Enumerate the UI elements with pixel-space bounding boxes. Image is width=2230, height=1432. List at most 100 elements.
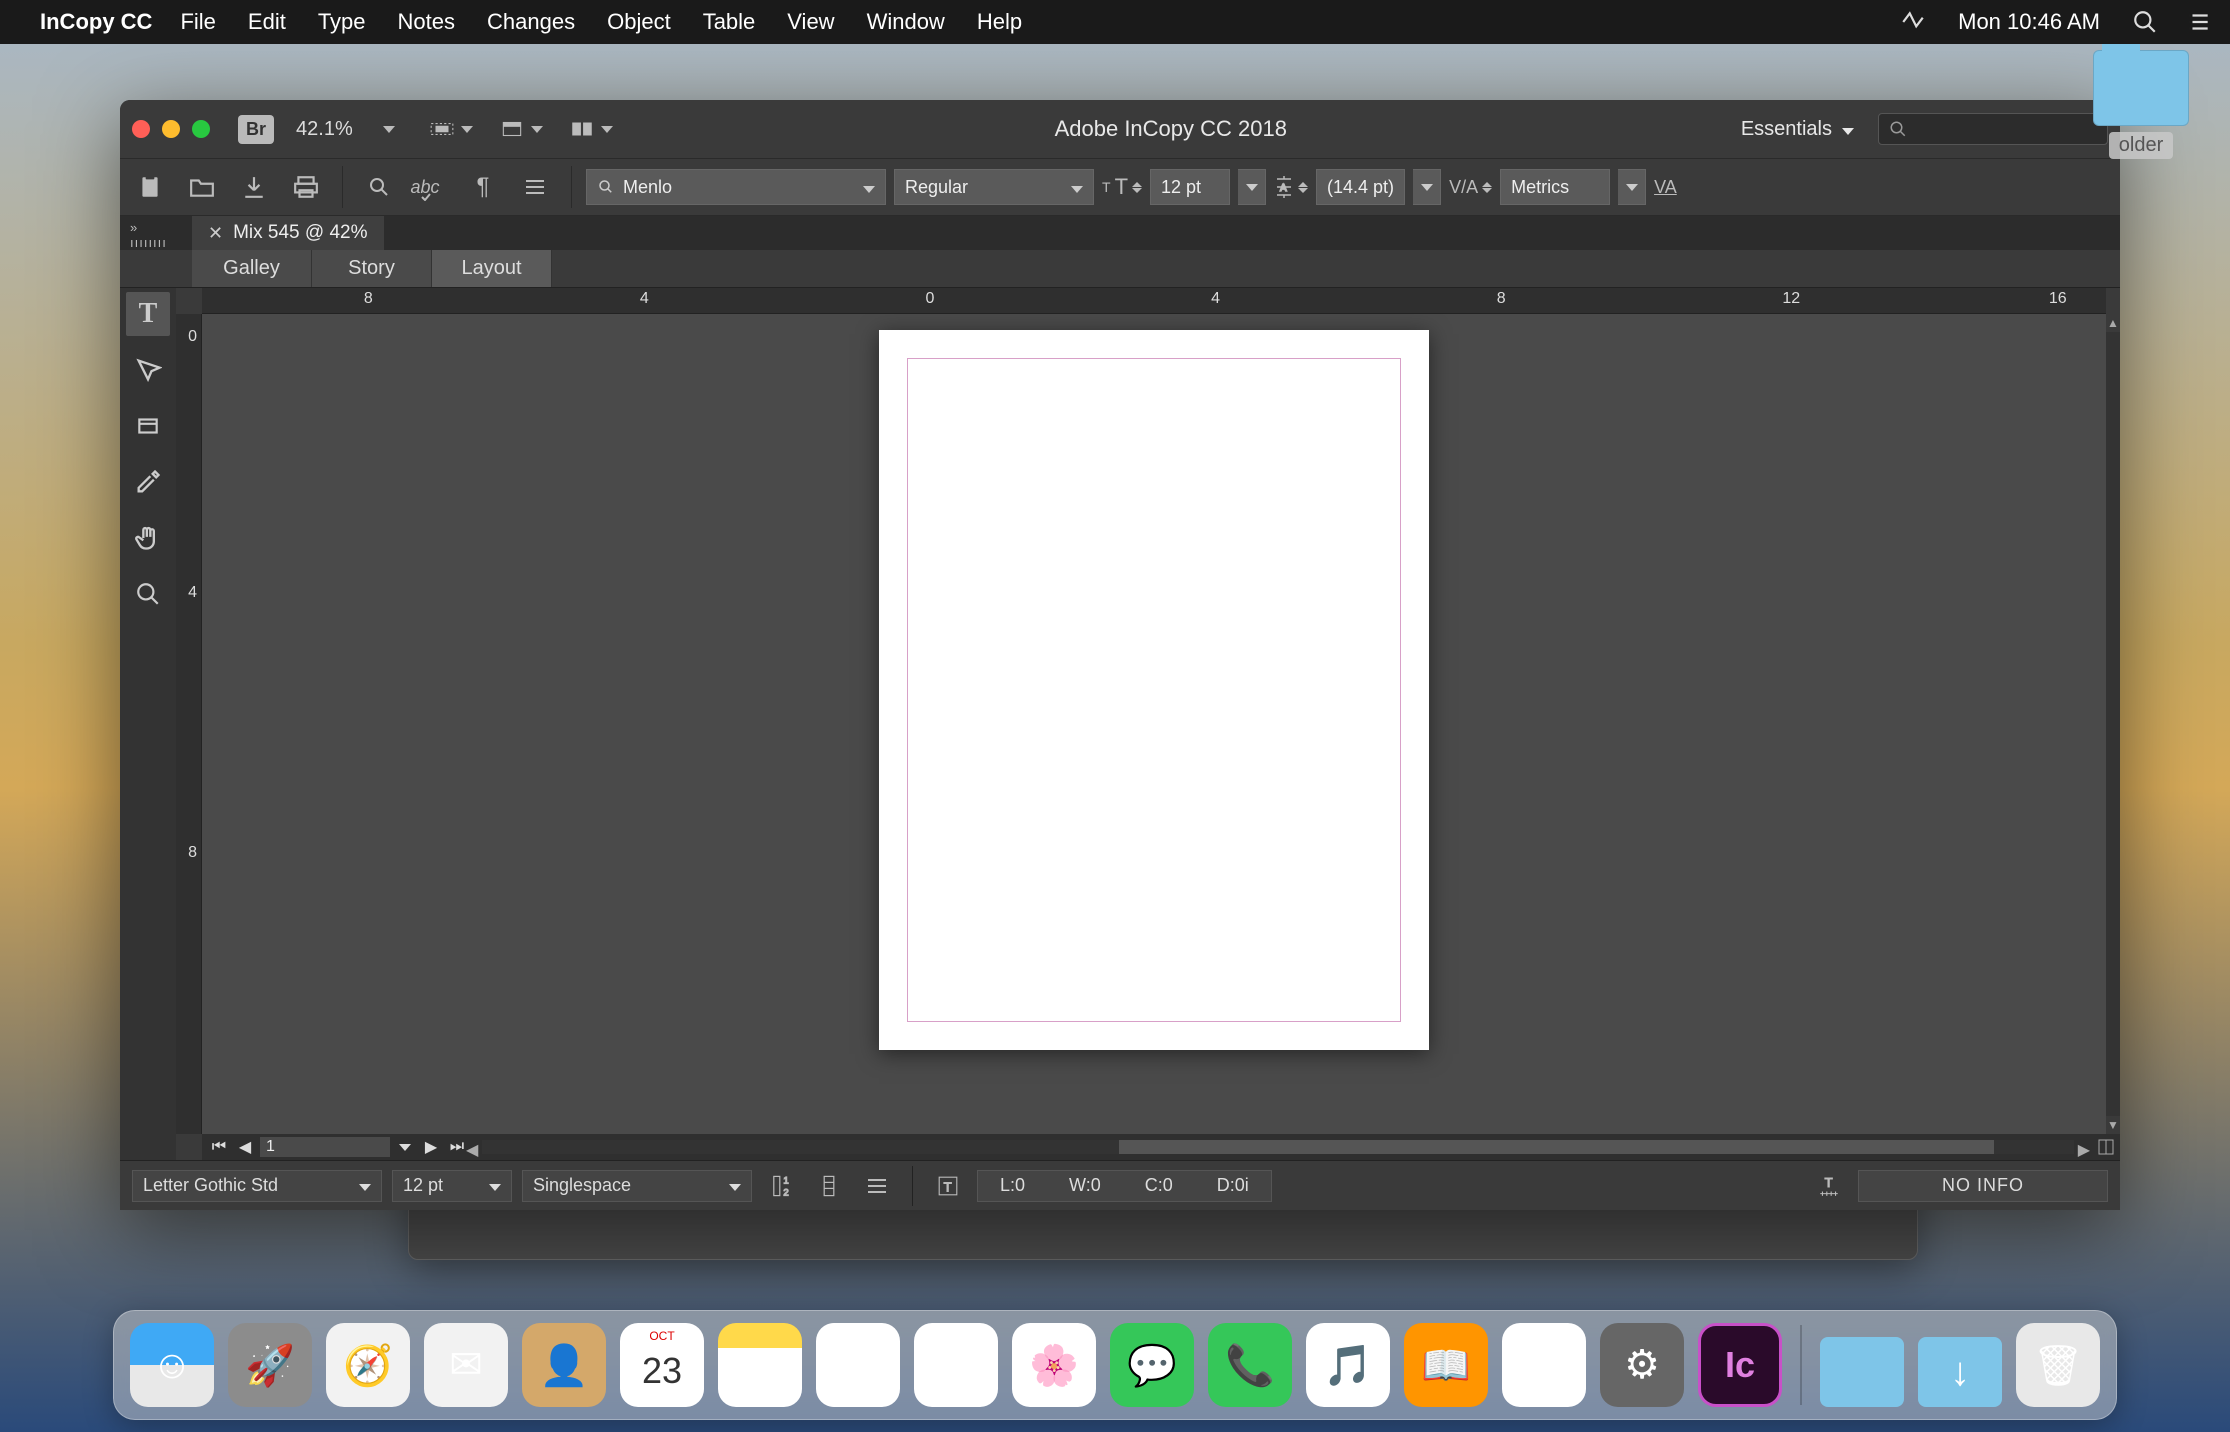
dock-safari[interactable]: 🧭 [326,1323,410,1407]
status-size-combo[interactable]: 12 pt [392,1170,512,1202]
kerning-field[interactable]: Metrics [1500,169,1610,205]
canvas[interactable] [202,314,2106,1134]
position-tool[interactable] [126,404,170,448]
column-accurate-icon[interactable] [810,1167,848,1205]
type-tool[interactable]: T [126,292,170,336]
expand-panels-icon[interactable]: »ıııııııı [130,220,167,250]
dock-folder-downloads[interactable]: ↓ [1918,1337,2002,1407]
horizontal-scrollbar[interactable]: ◀ ▶ [482,1140,2074,1154]
menubar-status-icon[interactable] [1900,9,1926,35]
font-size-field[interactable]: 12 pt [1150,169,1230,205]
scroll-down-icon[interactable]: ▼ [2106,1116,2120,1134]
align-icon[interactable] [858,1167,896,1205]
dock-finder[interactable]: ☺ [130,1323,214,1407]
paragraph-icon[interactable]: ¶ [461,165,505,209]
menu-help[interactable]: Help [977,9,1022,35]
zoom-value[interactable]: 42.1% [296,118,353,141]
dock-settings[interactable]: ⚙ [1600,1323,1684,1407]
workspace-switcher[interactable]: Essentials [1729,112,1866,147]
scroll-up-icon[interactable]: ▲ [2106,314,2120,332]
dock-folder-apps[interactable] [1820,1337,1904,1407]
status-font-combo[interactable]: Letter Gothic Std [132,1170,382,1202]
stats-toggle-icon[interactable]: T [929,1167,967,1205]
horizontal-ruler[interactable]: 840481216 [202,288,2106,314]
page-dropdown-button[interactable] [394,1137,416,1157]
menu-notes[interactable]: Notes [398,9,455,35]
dock-launchpad[interactable]: 🚀 [228,1323,312,1407]
menu-type[interactable]: Type [318,9,366,35]
dock-appstore[interactable]: Ⓐ [1502,1323,1586,1407]
menu-window[interactable]: Window [867,9,945,35]
menu-object[interactable]: Object [607,9,671,35]
menu-table[interactable]: Table [703,9,756,35]
find-icon[interactable] [357,165,401,209]
save-icon[interactable] [232,165,276,209]
assignment-icon[interactable] [128,165,172,209]
menu-icon[interactable] [513,165,557,209]
menu-edit[interactable]: Edit [248,9,286,35]
hand-tool[interactable] [126,516,170,560]
bridge-badge[interactable]: Br [238,115,274,144]
view-option-1[interactable] [429,118,473,140]
font-size-dropdown[interactable] [1238,169,1266,205]
window-close-button[interactable] [132,120,150,138]
split-view-icons[interactable] [2098,1139,2114,1155]
prev-page-button[interactable]: ◀ [234,1137,256,1157]
leading-dropdown[interactable] [1413,169,1441,205]
view-tab-layout[interactable]: Layout [432,250,552,287]
app-name[interactable]: InCopy CC [40,9,152,35]
print-icon[interactable] [284,165,328,209]
menubar-clock[interactable]: Mon 10:46 AM [1958,9,2100,35]
dock-calendar[interactable]: OCT23 [620,1323,704,1407]
column-single-icon[interactable]: 12 [762,1167,800,1205]
document-tab[interactable]: ✕ Mix 545 @ 42% [192,216,384,250]
menu-view[interactable]: View [787,9,834,35]
status-spacing-combo[interactable]: Singlespace [522,1170,752,1202]
dock-trash[interactable]: 🗑 [2016,1323,2100,1407]
info-panel[interactable]: NO INFO [1858,1170,2108,1202]
spotlight-icon[interactable] [2132,9,2158,35]
last-page-button[interactable]: ⏭ [446,1137,468,1157]
close-tab-icon[interactable]: ✕ [208,223,223,244]
menubar-list-icon[interactable] [2186,9,2212,35]
search-input[interactable] [1878,113,2108,145]
measure-icon[interactable]: T [1810,1167,1848,1205]
note-tool[interactable] [126,348,170,392]
document-page[interactable] [879,330,1429,1050]
dock-reminders[interactable]: ☰ [816,1323,900,1407]
dock-itunes[interactable]: 🎵 [1306,1323,1390,1407]
window-minimize-button[interactable] [162,120,180,138]
leading-field[interactable]: (14.4 pt) [1316,169,1405,205]
font-family-combo[interactable]: Menlo [586,169,886,205]
menu-file[interactable]: File [180,9,215,35]
dock-incopy[interactable]: Ic [1698,1323,1782,1407]
view-tab-galley[interactable]: Galley [192,250,312,287]
open-icon[interactable] [180,165,224,209]
scroll-left-icon[interactable]: ◀ [466,1140,478,1160]
kerning-dropdown[interactable] [1618,169,1646,205]
window-maximize-button[interactable] [192,120,210,138]
dock-ibooks[interactable]: 📖 [1404,1323,1488,1407]
scroll-right-icon[interactable]: ▶ [2078,1140,2090,1160]
vertical-scrollbar[interactable]: ▲ ▼ [2106,314,2120,1134]
dock-notes[interactable] [718,1323,802,1407]
view-tab-story[interactable]: Story [312,250,432,287]
view-option-3[interactable] [569,118,613,140]
view-option-2[interactable] [499,118,543,140]
dock-photos[interactable]: 🌸 [1012,1323,1096,1407]
dock-facetime[interactable]: 📞 [1208,1323,1292,1407]
next-page-button[interactable]: ▶ [420,1137,442,1157]
dock-messages[interactable]: 💬 [1110,1323,1194,1407]
vertical-ruler[interactable]: 048 [176,314,202,1134]
zoom-tool[interactable] [126,572,170,616]
eyedropper-tool[interactable] [126,460,170,504]
dock-contacts[interactable]: 👤 [522,1323,606,1407]
first-page-button[interactable]: ⏮ [208,1137,230,1157]
dock-maps[interactable]: 🗺 [914,1323,998,1407]
dock-mail[interactable]: ✉ [424,1323,508,1407]
menu-changes[interactable]: Changes [487,9,575,35]
page-number-input[interactable] [260,1137,390,1157]
spellcheck-icon[interactable]: abc [409,165,453,209]
zoom-dropdown-icon[interactable] [375,115,403,143]
font-style-combo[interactable]: Regular [894,169,1094,205]
